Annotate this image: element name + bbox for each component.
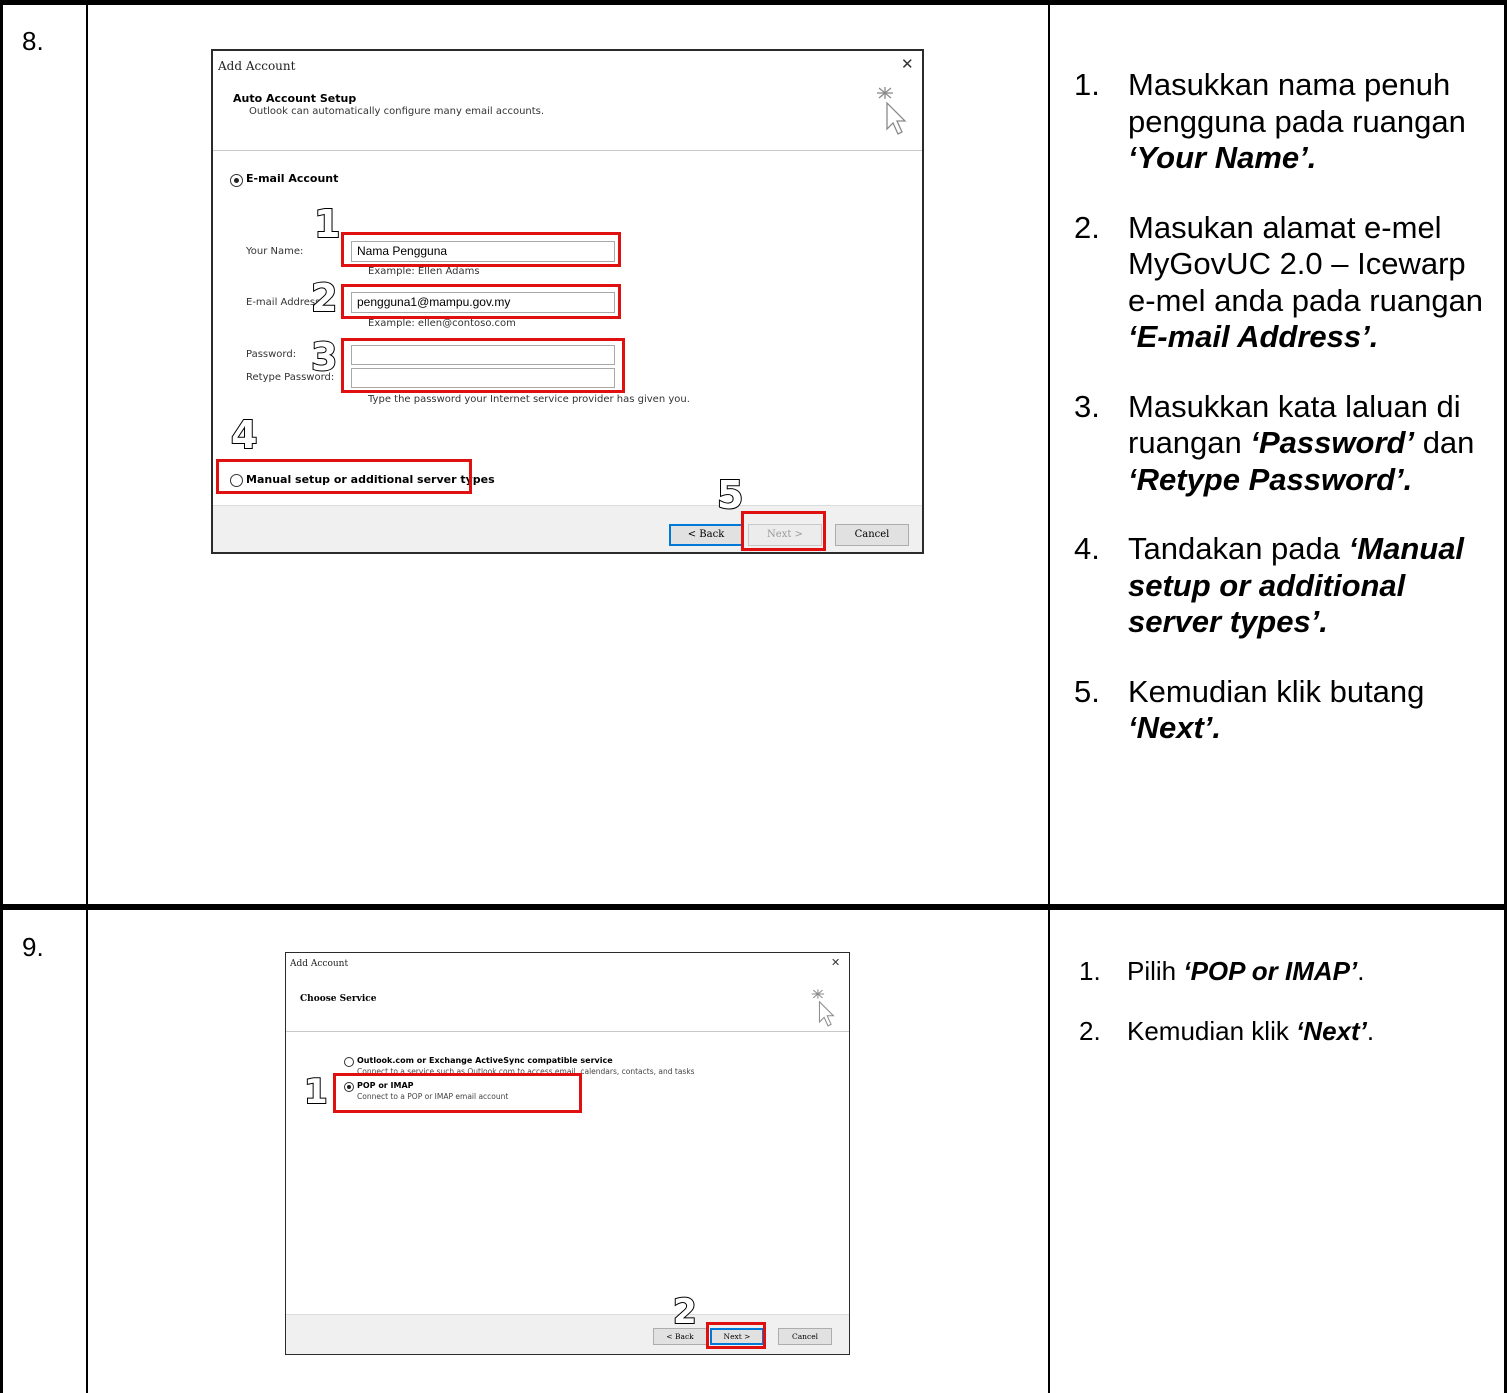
step-number: 9. bbox=[22, 932, 44, 962]
header-separator bbox=[213, 150, 922, 151]
table-border-left bbox=[0, 0, 3, 1393]
close-icon[interactable]: ✕ bbox=[831, 956, 840, 969]
cancel-button[interactable]: Cancel bbox=[778, 1328, 832, 1345]
step-number: 8. bbox=[22, 26, 44, 56]
dialog-heading: Choose Service bbox=[300, 994, 377, 1004]
highlight-next bbox=[741, 511, 826, 551]
instruction-item: 3. Masukkan kata laluan di ruangan ‘Passw… bbox=[1074, 388, 1475, 497]
outlook-service-label: Outlook.com or Exchange ActiveSync compa… bbox=[357, 1056, 613, 1065]
callout-1: 1 bbox=[303, 1072, 329, 1112]
column-divider-1 bbox=[86, 0, 88, 1393]
instructions-step-8: 1. Masukkan nama penuh pengguna pada ruan… bbox=[1074, 67, 1499, 780]
callout-2: 2 bbox=[672, 1292, 698, 1332]
outlook-service-radio[interactable] bbox=[344, 1057, 354, 1067]
highlight-password bbox=[341, 338, 625, 393]
table-border-top bbox=[0, 0, 1507, 5]
column-divider-2 bbox=[1048, 0, 1050, 1393]
row-divider bbox=[0, 904, 1507, 910]
highlight-email bbox=[341, 284, 621, 319]
your-name-label: Your Name: bbox=[246, 246, 304, 257]
highlight-manual-setup bbox=[216, 459, 472, 494]
callout-3: 3 bbox=[310, 335, 338, 379]
table-border-right bbox=[1504, 0, 1507, 1393]
highlight-your-name bbox=[341, 232, 621, 267]
callout-1: 1 bbox=[313, 202, 341, 246]
header-separator bbox=[286, 1031, 849, 1032]
instruction-item: 1. Pilih ‘POP or IMAP’. bbox=[1079, 956, 1365, 986]
highlight-pop-imap bbox=[333, 1073, 582, 1113]
callout-5: 5 bbox=[716, 473, 744, 517]
callout-2: 2 bbox=[310, 276, 338, 320]
dialog-title: Add Account bbox=[218, 59, 296, 73]
email-example: Example: ellen@contoso.com bbox=[368, 318, 516, 329]
back-button[interactable]: < Back bbox=[669, 524, 743, 546]
instruction-item: 2. Kemudian klik ‘Next’. bbox=[1079, 1016, 1375, 1046]
email-account-radio[interactable] bbox=[230, 174, 243, 187]
cancel-button[interactable]: Cancel bbox=[835, 524, 909, 546]
cursor-sparkle-icon bbox=[877, 87, 907, 135]
password-hint: Type the password your Internet service … bbox=[368, 394, 690, 405]
instruction-item: 2. Masukan alamat e-mel MyGovUC 2.0 – Ice… bbox=[1074, 209, 1484, 355]
highlight-next bbox=[706, 1322, 766, 1349]
instruction-item: 1. Masukkan nama penuh pengguna pada ruan… bbox=[1074, 67, 1466, 175]
choose-service-dialog: Add Account ✕ Choose Service Outlook.com… bbox=[285, 952, 850, 1355]
email-account-label: E-mail Account bbox=[246, 172, 339, 185]
your-name-example: Example: Ellen Adams bbox=[368, 266, 480, 277]
close-icon[interactable]: ✕ bbox=[901, 55, 914, 73]
callout-4: 4 bbox=[230, 413, 258, 457]
cursor-sparkle-icon bbox=[811, 989, 835, 1027]
instruction-item: 5. Kemudian klik butang ‘Next’. bbox=[1074, 673, 1425, 746]
instruction-item: 4. Tandakan pada ‘Manual setup or additio… bbox=[1074, 531, 1465, 639]
dialog-title: Add Account bbox=[290, 959, 349, 969]
dialog-subheading: Outlook can automatically configure many… bbox=[249, 106, 545, 117]
instructions-step-9: 1. Pilih ‘POP or IMAP’. 2. Kemudian klik ‘… bbox=[1079, 955, 1499, 1075]
dialog-heading: Auto Account Setup bbox=[233, 92, 357, 105]
password-label: Password: bbox=[246, 349, 297, 360]
